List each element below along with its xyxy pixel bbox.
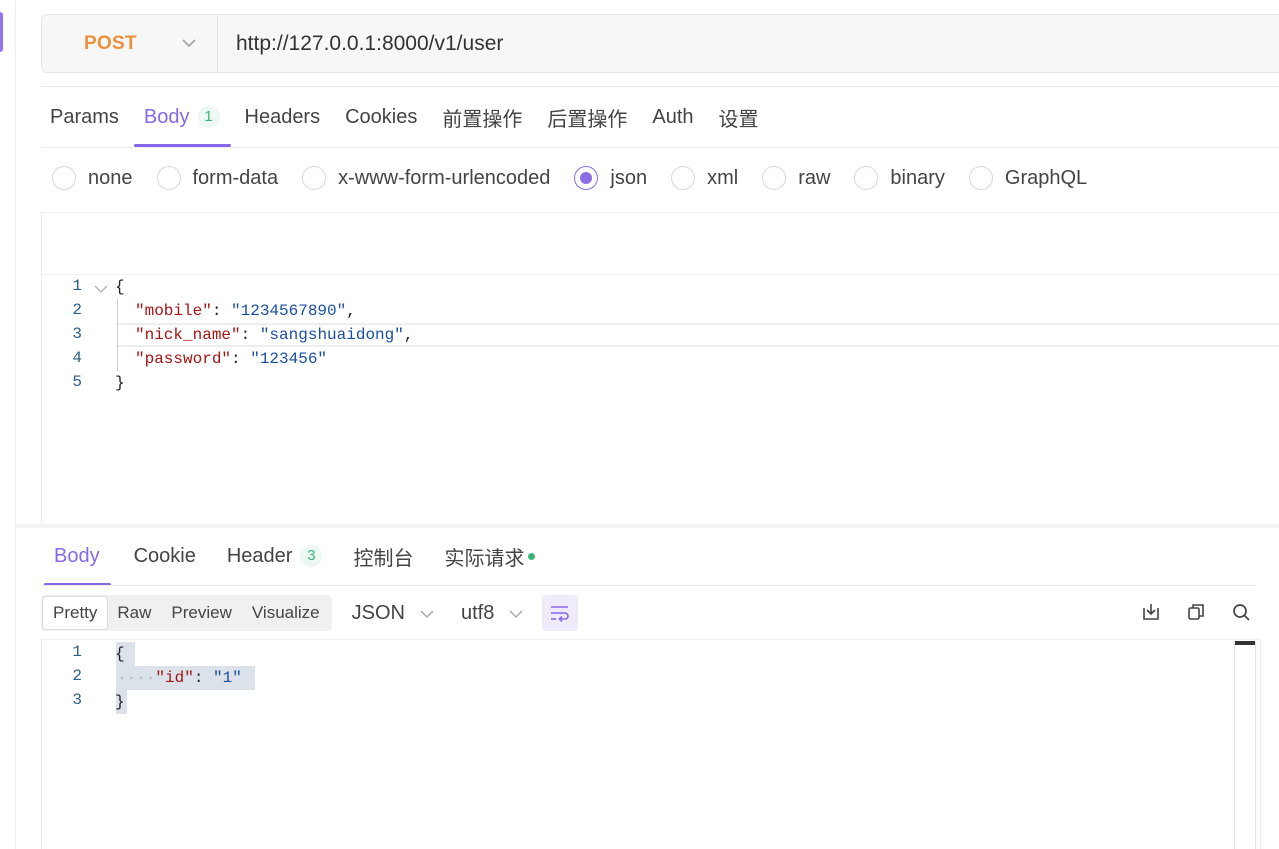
- tab-settings[interactable]: 设置: [719, 97, 759, 137]
- tab-console[interactable]: 控制台: [353, 536, 413, 576]
- word-wrap-button[interactable]: [542, 595, 579, 631]
- tab-body[interactable]: Body 1: [133, 97, 231, 147]
- panel-divider[interactable]: [16, 524, 1279, 528]
- tab-response-header[interactable]: Header 3: [227, 536, 323, 576]
- editor-top-area: [42, 213, 1279, 275]
- line-number: 3: [72, 325, 82, 343]
- scrollbar-thumb[interactable]: [1235, 641, 1255, 645]
- chevron-down-icon: [419, 602, 435, 625]
- radio-circle: [671, 166, 696, 190]
- radio-circle: [302, 166, 327, 190]
- divider: [41, 147, 1279, 148]
- method-label: POST: [84, 32, 137, 54]
- tab-response-cookie[interactable]: Cookie: [134, 536, 196, 576]
- line-number: 3: [72, 691, 82, 709]
- header-count-badge: 3: [300, 545, 323, 567]
- download-icon[interactable]: [1139, 600, 1163, 624]
- radio-raw[interactable]: raw: [762, 166, 830, 190]
- tab-actual-request[interactable]: 实际请求: [444, 536, 536, 576]
- radio-graphql[interactable]: GraphQL: [968, 166, 1087, 190]
- fold-chevron-icon[interactable]: [93, 281, 109, 299]
- line-number: 5: [72, 373, 82, 391]
- radio-xml[interactable]: xml: [671, 166, 738, 190]
- wrap-icon: [551, 606, 570, 622]
- tab-auth[interactable]: Auth: [652, 97, 693, 137]
- method-select[interactable]: POST: [42, 15, 218, 72]
- code-line: "password": "123456": [135, 350, 328, 368]
- radio-binary[interactable]: binary: [854, 166, 945, 190]
- radio-json[interactable]: json: [574, 166, 647, 190]
- view-preview[interactable]: Preview: [161, 597, 241, 629]
- response-toolbar: Pretty Raw Preview Visualize JSON utf8: [41, 595, 579, 631]
- rail-accent: [0, 12, 3, 52]
- tab-response-body[interactable]: Body: [44, 536, 111, 586]
- radio-circle-checked: [574, 166, 599, 190]
- code-line: "mobile": "1234567890",: [135, 302, 356, 320]
- tab-cookies[interactable]: Cookies: [345, 97, 417, 137]
- body-type-group: none form-data x-www-form-urlencoded jso…: [52, 166, 1111, 190]
- radio-none[interactable]: none: [52, 166, 133, 190]
- radio-x-www-form-urlencoded[interactable]: x-www-form-urlencoded: [302, 166, 550, 190]
- code-line: "nick_name": "sangshuaidong",: [135, 326, 414, 344]
- view-mode-segmented: Pretty Raw Preview Visualize: [41, 595, 332, 631]
- line-number: 1: [72, 643, 82, 661]
- vertical-scrollbar[interactable]: [1234, 641, 1256, 849]
- url-bar: POST http://127.0.0.1:8000/v1/user: [41, 14, 1279, 73]
- chevron-down-icon: [181, 35, 197, 53]
- code-line: }: [115, 374, 125, 392]
- tab-pre-operations[interactable]: 前置操作: [442, 97, 522, 137]
- line-number: 2: [72, 667, 82, 685]
- divider: [41, 86, 1279, 87]
- indent-guide: [117, 299, 118, 371]
- status-dot-icon: [528, 552, 536, 560]
- view-pretty[interactable]: Pretty: [43, 597, 108, 629]
- search-icon[interactable]: [1229, 600, 1253, 624]
- body-count-badge: 1: [197, 106, 220, 128]
- line-number: 4: [72, 349, 82, 367]
- radio-form-data[interactable]: form-data: [156, 166, 278, 190]
- tab-params[interactable]: Params: [50, 97, 119, 137]
- request-tabs: Params Body 1 Headers Cookies 前置操作 后置操作 A…: [50, 97, 784, 147]
- code-line: ···· "id": "1": [117, 669, 242, 687]
- code-line: }: [115, 693, 125, 711]
- left-rail: [0, 0, 16, 849]
- radio-circle: [762, 166, 787, 190]
- chevron-down-icon: [508, 602, 524, 625]
- response-tabs: Body Cookie Header 3 控制台 实际请求: [44, 536, 560, 586]
- encoding-select[interactable]: utf8: [461, 602, 524, 625]
- radio-circle: [968, 166, 993, 190]
- tab-headers[interactable]: Headers: [245, 97, 321, 137]
- radio-circle: [52, 166, 76, 190]
- view-raw[interactable]: Raw: [107, 597, 161, 629]
- code-line: {: [115, 645, 125, 663]
- line-number: 2: [72, 301, 82, 319]
- radio-circle: [854, 166, 879, 190]
- view-visualize[interactable]: Visualize: [242, 597, 330, 629]
- line-number: 1: [72, 277, 82, 295]
- divider: [41, 585, 1256, 586]
- copy-icon[interactable]: [1184, 600, 1208, 624]
- code-line: {: [115, 278, 125, 296]
- url-input[interactable]: http://127.0.0.1:8000/v1/user: [218, 32, 503, 56]
- radio-circle: [156, 166, 181, 190]
- format-select[interactable]: JSON: [352, 602, 435, 625]
- tab-post-operations[interactable]: 后置操作: [547, 97, 627, 137]
